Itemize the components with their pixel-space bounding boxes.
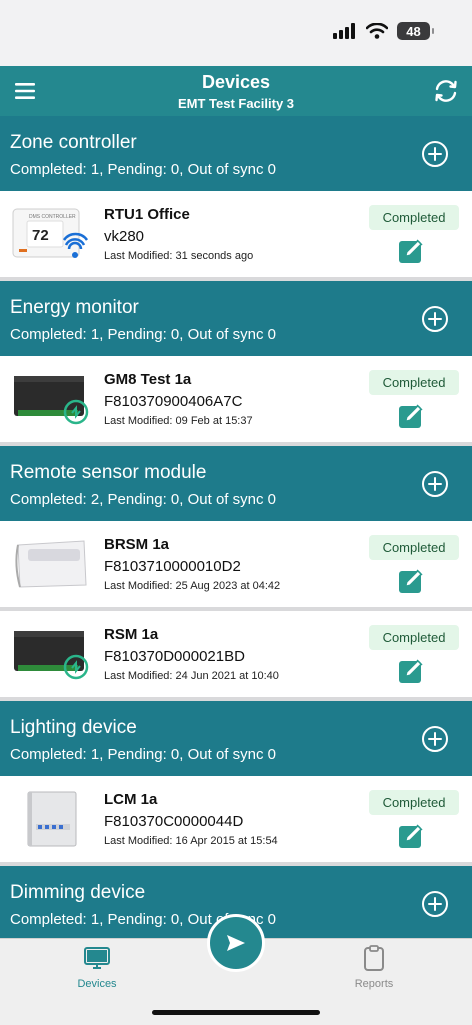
- device-list: Zone controller Completed: 1, Pending: 0…: [0, 116, 472, 938]
- send-icon: [227, 935, 245, 951]
- device-row[interactable]: RSM 1a F810370D000021BD Last Modified: 2…: [0, 611, 472, 701]
- device-name: RSM 1a: [104, 626, 159, 643]
- last-modified: Last Modified: 31 seconds ago: [104, 250, 254, 262]
- last-modified: Last Modified: 25 Aug 2023 at 04:42: [104, 580, 281, 592]
- edit-icon[interactable]: [398, 657, 426, 684]
- edit-icon[interactable]: [398, 402, 426, 429]
- clipboard-icon: [364, 945, 384, 971]
- tab-label: Devices: [77, 978, 117, 990]
- add-icon[interactable]: [421, 725, 449, 753]
- signal-icon: [333, 23, 355, 39]
- status-badge: Completed: [369, 205, 459, 230]
- section-lighting-device: Lighting device Completed: 1, Pending: 0…: [0, 701, 472, 776]
- section-title: Energy monitor: [10, 297, 139, 318]
- status-icons: 48: [333, 22, 434, 40]
- add-icon[interactable]: [421, 890, 449, 918]
- section-zone-controller: Zone controller Completed: 1, Pending: 0…: [0, 116, 472, 191]
- facility-name: EMT Test Facility 3: [177, 96, 295, 111]
- device-row[interactable]: BRSM 1a F8103710000010D2 Last Modified: …: [0, 521, 472, 611]
- status-badge: Completed: [369, 790, 459, 815]
- status-bar: 48: [0, 0, 472, 66]
- sensor-image: [15, 540, 87, 588]
- device-row[interactable]: DMS CONTROLLER 72 RTU1 Office vk280 Last…: [0, 191, 472, 281]
- status-badge: Completed: [369, 370, 459, 395]
- sync-icon[interactable]: [432, 77, 460, 105]
- edit-icon[interactable]: [398, 237, 426, 264]
- add-icon[interactable]: [421, 140, 449, 168]
- section-summary: Completed: 1, Pending: 0, Out of sync 0: [10, 326, 276, 343]
- monitor-icon: [84, 947, 110, 969]
- device-name: GM8 Test 1a: [104, 371, 192, 388]
- last-modified: Last Modified: 16 Apr 2015 at 15:54: [104, 835, 278, 847]
- lighting-panel-image: [27, 791, 77, 847]
- page-title: Devices: [201, 72, 271, 92]
- section-title: Dimming device: [10, 882, 146, 903]
- edit-icon[interactable]: [398, 822, 426, 849]
- last-modified: Last Modified: 09 Feb at 15:37: [104, 415, 253, 427]
- device-row[interactable]: GM8 Test 1a F810370900406A7C Last Modifi…: [0, 356, 472, 446]
- add-icon[interactable]: [421, 470, 449, 498]
- tab-reports[interactable]: Reports: [334, 944, 414, 990]
- energy-monitor-image: [14, 376, 89, 425]
- device-row[interactable]: LCM 1a F810370C0000044D Last Modified: 1…: [0, 776, 472, 866]
- sensor-module-image: [14, 631, 89, 680]
- edit-icon[interactable]: [398, 567, 426, 594]
- tab-devices[interactable]: Devices: [57, 944, 137, 990]
- wifi-icon: [366, 23, 388, 39]
- device-name: LCM 1a: [104, 791, 158, 808]
- device-id: F8103710000010D2: [104, 558, 241, 575]
- thermostat-header: DMS CONTROLLER: [29, 214, 76, 220]
- status-badge: Completed: [369, 535, 459, 560]
- section-summary: Completed: 1, Pending: 0, Out of sync 0: [10, 161, 276, 178]
- section-title: Lighting device: [10, 717, 137, 738]
- device-id: vk280: [104, 228, 145, 245]
- device-id: F810370D000021BD: [104, 648, 245, 665]
- device-id: F810370900406A7C: [104, 393, 243, 410]
- thermostat-image: DMS CONTROLLER 72: [12, 208, 89, 258]
- last-modified: Last Modified: 24 Jun 2021 at 10:40: [104, 670, 279, 682]
- section-title: Zone controller: [10, 132, 137, 153]
- device-name: RTU1 Office: [104, 206, 190, 223]
- nav-bar: Devices EMT Test Facility 3: [0, 66, 472, 116]
- home-indicator: [152, 1010, 320, 1015]
- add-icon[interactable]: [421, 305, 449, 333]
- section-remote-sensor-module: Remote sensor module Completed: 2, Pendi…: [0, 446, 472, 521]
- section-summary: Completed: 2, Pending: 0, Out of sync 0: [10, 491, 276, 508]
- tab-label: Reports: [354, 978, 394, 990]
- battery-icon: 48: [397, 22, 434, 40]
- section-energy-monitor: Energy monitor Completed: 1, Pending: 0,…: [0, 281, 472, 356]
- device-id: F810370C0000044D: [104, 813, 244, 830]
- section-title: Remote sensor module: [10, 462, 207, 483]
- device-name: BRSM 1a: [104, 536, 170, 553]
- send-button[interactable]: [207, 914, 265, 972]
- status-badge: Completed: [369, 625, 459, 650]
- section-summary: Completed: 1, Pending: 0, Out of sync 0: [10, 746, 276, 763]
- thermostat-temperature: 72: [32, 227, 49, 244]
